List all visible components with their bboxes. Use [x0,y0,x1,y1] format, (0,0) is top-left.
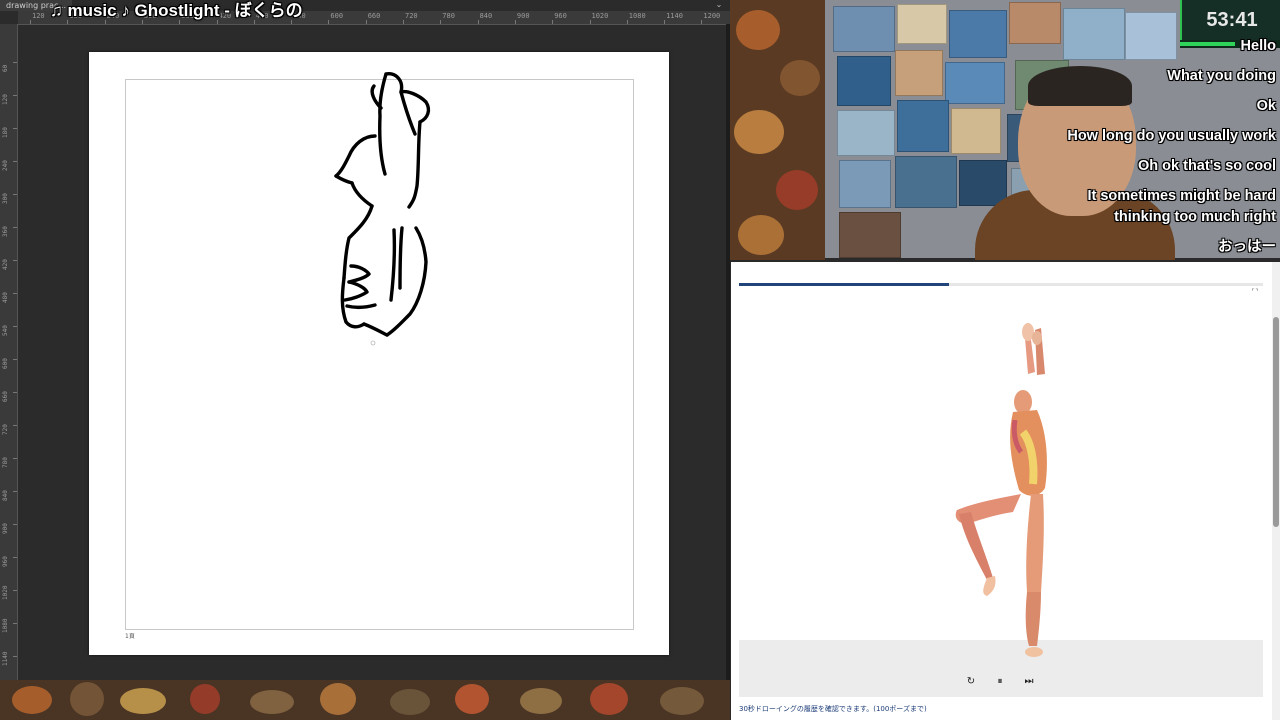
pose-reference-panel: ⛶ ↻ ⏸ ⏭ 30秒ドローイングの履歴を確認できます。(100ポーズ [731,262,1280,720]
ruler-tick [514,20,516,24]
ruler-tick-label: 840 [2,490,9,501]
ruler-tick [13,623,17,624]
ruler-tick [701,20,703,24]
ruler-tick [13,590,17,591]
ruler-tick [13,62,17,63]
drawing-canvas[interactable]: 1頁 [89,52,669,655]
ruler-tick-label: 120 [2,94,9,105]
ruler-tick-label: 660 [2,391,9,402]
ruler-tick [589,20,591,24]
ruler-tick-label: 1140 [666,12,683,20]
ruler-tick-label: 1020 [2,585,9,600]
ruler-tick [13,656,17,657]
ruler-tick [552,20,554,24]
ruler-tick-label: 600 [330,12,344,20]
ruler-tick-label: 120 [32,12,45,20]
ruler-tick [328,20,330,24]
panel-scrollbar-thumb[interactable] [1273,317,1279,527]
chat-message: What you doing [1167,68,1276,84]
ruler-tick [403,20,404,24]
ruler-tick-label: 960 [2,556,9,567]
ruler-tick-label: 600 [2,358,9,369]
panel-scrollbar[interactable] [1272,262,1280,720]
ruler-tick [365,20,367,24]
anatomy-model-figure [955,323,1047,657]
ruler-tick-label: 180 [2,127,9,138]
chat-message: Ok [1256,98,1276,114]
ruler-tick [664,20,666,24]
ruler-tick [30,20,31,24]
decorative-wallpaper [730,0,825,260]
ruler-tick [13,95,17,96]
ruler-tick [13,161,17,162]
ruler-tick-label: 300 [2,193,9,204]
next-pose-button[interactable]: ⏭ [1019,672,1039,692]
chat-message: Oh ok that's so cool [1138,158,1276,174]
ruler-tick-label: 1200 [703,12,721,20]
decorative-wallpaper-strip [0,680,730,720]
ruler-tick [13,194,17,195]
ruler-tick [13,293,17,294]
pause-button[interactable]: ⏸ [990,672,1010,692]
ruler-tick [13,359,17,360]
ruler-tick [13,392,17,393]
ruler-tick-label: 360 [2,226,9,237]
ruler-tick-label: 720 [2,424,9,435]
ruler-tick-label: 540 [2,325,9,336]
reload-button[interactable]: ↻ [961,672,981,692]
ruler-tick-label: 240 [2,160,9,171]
ruler-tick-label: 420 [2,259,9,270]
ruler-tick [626,20,628,24]
ruler-tick [13,524,17,525]
ruler-tick-label: 840 [479,12,493,20]
ruler-tick-label: 1080 [628,12,646,20]
ruler-tick [13,557,17,558]
ruler-tick-label: 900 [516,12,530,20]
drawing-app-window: drawing prac... ⌄ 120 180 240 300 360 420 480 5… [0,0,730,680]
now-playing-music-title: ♫ music ♪ Ghostlight - ぼくらの [50,1,303,20]
ruler-tick-label: 1020 [591,12,609,20]
ruler-tick [13,260,17,261]
ruler-tick [13,458,17,459]
ruler-tick-label: 780 [442,12,455,20]
ruler-tick [13,326,17,327]
ruler-tick-label: 1140 [2,651,9,666]
chat-message: Hello [1240,38,1276,54]
ruler-tick-label: 780 [2,457,9,468]
ruler-tick-label: 480 [2,292,9,303]
ruler-tick [477,20,479,24]
stream-timer: 53:41 [1180,0,1280,40]
history-caption: 30秒ドローイングの履歴を確認できます。(100ポーズまで) [739,705,927,713]
ruler-tick [13,227,17,228]
chat-message: thinking too much right [1114,208,1276,225]
ruler-tick-label: 900 [2,523,9,534]
vertical-ruler: 60 120 180 240 300 360 420 480 540 600 660 720 780 84… [0,24,18,680]
ruler-tick [13,425,17,426]
ruler-tick-label: 960 [554,12,567,20]
ruler-tick [13,491,17,492]
ruler-tick-label: 660 [367,12,381,20]
chat-message: It sometimes might be hard [1087,188,1276,204]
collapse-icon[interactable]: ⌄ [712,0,726,11]
chat-message: おっはー [1218,238,1276,255]
ruler-tick [13,128,17,129]
chat-message: How long do you usually work [1067,128,1276,144]
chat-overlay: Hello What you doing Ok How long do you … [976,36,1276,267]
ruler-tick-label: 1080 [2,618,9,633]
figure-sketch [334,72,431,346]
ruler-tick [440,20,442,24]
ruler-tick-label: 720 [405,12,418,20]
ruler-tick-label: 60 [2,64,9,72]
